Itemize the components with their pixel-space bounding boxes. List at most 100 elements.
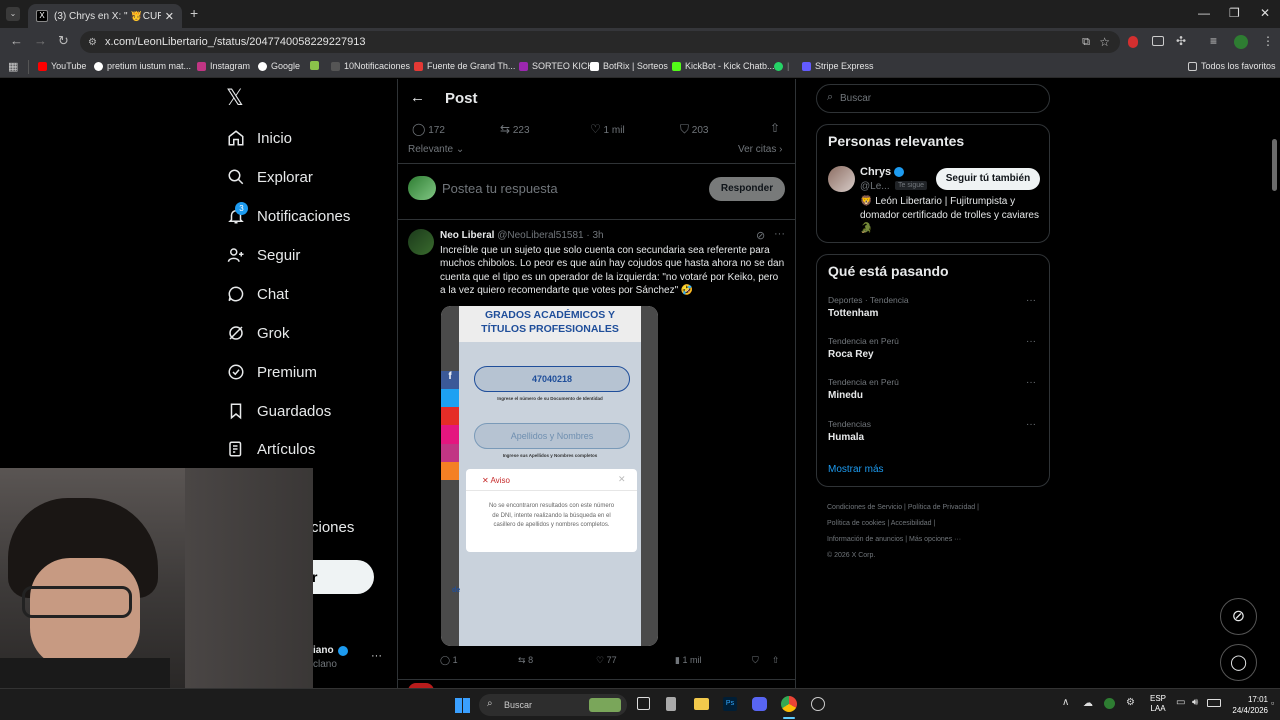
onedrive-icon[interactable]: ☁ bbox=[1083, 698, 1093, 709]
extensions-puzzle-icon[interactable]: ✣ bbox=[1176, 34, 1186, 48]
reply-button[interactable]: Responder bbox=[709, 177, 785, 201]
bookmark-kickbot[interactable]: KickBot - Kick Chatb... bbox=[672, 61, 775, 71]
reply-count-button[interactable]: ◯ 172 bbox=[412, 122, 445, 136]
bookmark-star-icon[interactable]: ☆ bbox=[1099, 35, 1110, 49]
cast-icon[interactable]: ⧉ bbox=[1082, 36, 1090, 49]
account-more-icon[interactable]: ··· bbox=[371, 650, 382, 662]
nav-follow[interactable]: Seguir bbox=[227, 246, 300, 264]
volume-icon[interactable]: 🔊︎ bbox=[1192, 697, 1198, 708]
site-info-icon[interactable]: ⚙ bbox=[88, 37, 97, 48]
trend-item[interactable]: Tendencia en Perú Minedu ··· bbox=[828, 377, 1040, 407]
footer-link[interactable]: Accesibilidad bbox=[891, 520, 932, 527]
follow-back-button[interactable]: Seguir tú también bbox=[936, 168, 1040, 190]
close-window-icon[interactable]: ✕ bbox=[1260, 6, 1270, 20]
tray-app-icon[interactable]: ⚙ bbox=[1126, 697, 1135, 708]
reply-attached-image[interactable]: GRADOS ACADÉMICOS Y TÍTULOS PROFESIONALE… bbox=[441, 306, 658, 646]
reply-author-handle[interactable]: @NeoLiberal51581 · 3h bbox=[497, 230, 603, 241]
nav-grok[interactable]: Grok bbox=[227, 324, 290, 342]
file-explorer-icon[interactable] bbox=[694, 698, 709, 710]
restore-window-icon[interactable]: ❐ bbox=[1229, 6, 1240, 20]
grok-floating-button[interactable]: ⊘ bbox=[1220, 598, 1257, 635]
reply-like-button[interactable]: ♡ 77 bbox=[596, 655, 617, 666]
account-switcher[interactable]: iano clano ··· bbox=[313, 644, 383, 674]
apps-grid-icon[interactable]: ▦ bbox=[8, 60, 18, 73]
nav-home[interactable]: Inicio bbox=[227, 129, 292, 147]
reply-share-icon[interactable]: ⇧ bbox=[772, 655, 780, 666]
reply-bookmark-icon[interactable]: ⛉ bbox=[752, 655, 759, 666]
trend-item[interactable]: Deportes · Tendencia Tottenham ··· bbox=[828, 295, 1040, 325]
tab-media-icon[interactable]: ≡ bbox=[1210, 34, 1217, 48]
taskbar-app-icon[interactable] bbox=[811, 697, 825, 711]
bookmark-pretium[interactable]: pretium iustum mat... bbox=[94, 61, 191, 71]
nav-chat[interactable]: Chat bbox=[227, 285, 289, 303]
footer-link[interactable]: Política de cookies bbox=[827, 520, 885, 527]
trend-item[interactable]: Tendencias Humala ··· bbox=[828, 419, 1040, 449]
bookmark-10notificaciones[interactable]: 10Notificaciones bbox=[331, 61, 410, 71]
reply-reply-button[interactable]: ◯ 1 bbox=[440, 655, 458, 666]
bookmark-google[interactable]: Google bbox=[258, 61, 300, 71]
search-box[interactable]: ⌕ Buscar bbox=[816, 84, 1050, 113]
more-options-icon[interactable]: ··· bbox=[774, 228, 785, 240]
show-hidden-icons[interactable]: ∧ bbox=[1062, 697, 1069, 708]
nav-explore[interactable]: Explorar bbox=[227, 168, 313, 186]
view-quotes-link[interactable]: Ver citas › bbox=[738, 144, 782, 155]
bookmark-instagram[interactable]: Instagram bbox=[197, 61, 250, 71]
language-indicator[interactable]: ESP LAA bbox=[1150, 694, 1166, 714]
nav-notifications[interactable]: 3 Notificaciones bbox=[227, 202, 350, 225]
bookmark-youtube[interactable]: YouTube bbox=[38, 61, 86, 71]
new-tab-button[interactable]: + bbox=[190, 5, 198, 21]
reload-icon[interactable]: ↻ bbox=[58, 33, 69, 49]
footer-link[interactable]: Información de anuncios bbox=[827, 536, 903, 543]
x-logo[interactable]: 𝕏 bbox=[226, 85, 244, 111]
footer-link[interactable]: Más opciones ··· bbox=[909, 536, 961, 543]
bookmark-stripe-express[interactable]: Stripe Express bbox=[802, 61, 874, 71]
chat-floating-button[interactable]: ◯ bbox=[1220, 644, 1257, 681]
taskbar-search-box[interactable]: ⌕ Buscar bbox=[479, 694, 627, 716]
reply-avatar[interactable] bbox=[408, 229, 434, 255]
task-view-icon[interactable] bbox=[637, 697, 650, 710]
like-count-button[interactable]: ♡ 1 mil bbox=[590, 122, 625, 136]
share-icon[interactable]: ⇧ bbox=[770, 121, 780, 135]
extension-icon[interactable] bbox=[1152, 36, 1164, 46]
taskbar-app-icon[interactable] bbox=[666, 697, 676, 711]
show-more-link[interactable]: Mostrar más bbox=[828, 464, 884, 475]
back-icon[interactable]: ← bbox=[10, 33, 23, 48]
tray-app-icon[interactable] bbox=[1104, 698, 1115, 709]
network-icon[interactable]: ▭ bbox=[1176, 697, 1185, 708]
nav-premium[interactable]: Premium bbox=[227, 363, 317, 381]
reply-author-name[interactable]: Neo Liberal bbox=[440, 230, 494, 241]
reply-views-button[interactable]: ▮ 1 mil bbox=[675, 655, 701, 666]
nav-articles[interactable]: Artículos bbox=[227, 440, 315, 458]
windows-start-icon[interactable] bbox=[455, 698, 470, 713]
bookmark-count-button[interactable]: ⛉ 203 bbox=[680, 122, 708, 137]
reply-input[interactable]: Postea tu respuesta bbox=[442, 181, 558, 196]
bookmark-whatsapp[interactable]: | bbox=[774, 61, 789, 71]
browser-tab-active[interactable]: X (3) Chrys en X: " 🫅CURWEN CC ✕ bbox=[28, 4, 182, 28]
all-bookmarks-folder[interactable]: Todos los favoritos bbox=[1188, 61, 1276, 71]
close-tab-icon[interactable]: ✕ bbox=[165, 10, 174, 23]
sort-relevance-dropdown[interactable]: Relevante ⌄ bbox=[408, 144, 464, 155]
trend-item[interactable]: Tendencia en Perú Roca Rey ··· bbox=[828, 336, 1040, 366]
minimize-window-icon[interactable]: — bbox=[1198, 6, 1210, 20]
relevant-avatar[interactable] bbox=[828, 166, 855, 192]
bookmark-sorteo-kick[interactable]: SORTEO KICK bbox=[519, 61, 593, 71]
photoshop-icon[interactable]: Ps bbox=[723, 697, 737, 711]
chrome-icon[interactable] bbox=[781, 696, 797, 712]
extension-red-icon[interactable] bbox=[1128, 36, 1138, 48]
bookmark-extension-colorful[interactable] bbox=[310, 61, 323, 70]
page-scrollbar-thumb[interactable] bbox=[1272, 139, 1277, 191]
trend-more-icon[interactable]: ··· bbox=[1026, 336, 1036, 347]
notification-center-icon[interactable]: ▫ bbox=[1271, 698, 1274, 708]
trend-more-icon[interactable]: ··· bbox=[1026, 377, 1036, 388]
repost-count-button[interactable]: ⇆ 223 bbox=[500, 122, 530, 136]
footer-link[interactable]: Condiciones de Servicio bbox=[827, 504, 902, 511]
profile-avatar[interactable] bbox=[1234, 35, 1248, 49]
forward-icon[interactable]: → bbox=[34, 33, 47, 48]
back-arrow-button[interactable]: ← bbox=[410, 89, 425, 106]
trend-more-icon[interactable]: ··· bbox=[1026, 295, 1036, 306]
discord-icon[interactable] bbox=[752, 697, 767, 711]
tab-search-button[interactable]: ⌄ bbox=[6, 7, 20, 21]
nav-bookmarks[interactable]: Guardados bbox=[227, 402, 331, 420]
relevant-name-row[interactable]: Chrys bbox=[860, 166, 905, 178]
trend-more-icon[interactable]: ··· bbox=[1026, 419, 1036, 430]
